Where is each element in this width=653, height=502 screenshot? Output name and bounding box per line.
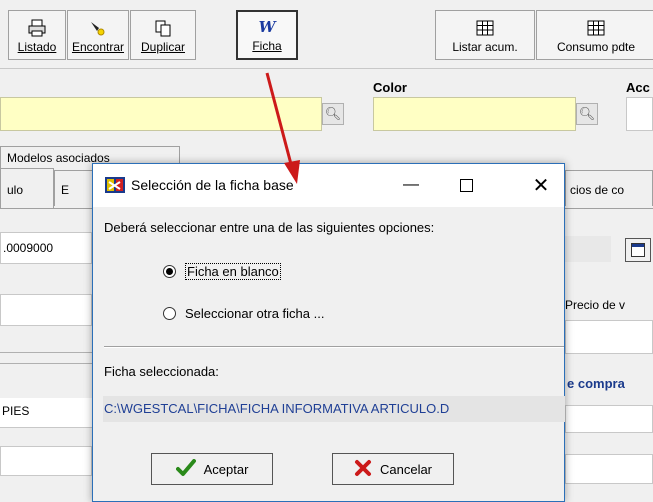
annotation-arrow <box>265 72 300 184</box>
